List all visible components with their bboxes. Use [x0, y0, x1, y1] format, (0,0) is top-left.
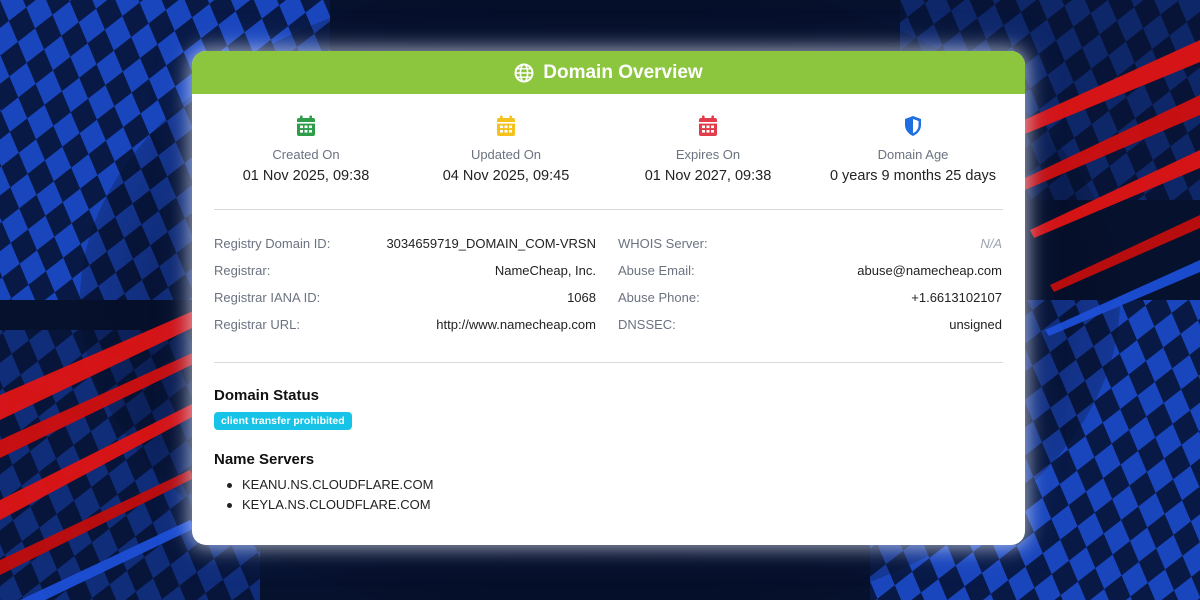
detail-value[interactable]: abuse@namecheap.com — [857, 263, 1002, 278]
detail-key: Registrar IANA ID: — [214, 290, 321, 305]
detail-value: N/A — [980, 236, 1002, 251]
stat-value: 01 Nov 2027, 09:38 — [644, 168, 772, 184]
stat-label: Created On — [272, 147, 340, 162]
detail-key: Abuse Phone: — [618, 290, 700, 305]
divider — [214, 209, 1003, 210]
detail-value: 3034659719_DOMAIN_COM-VRSN — [386, 236, 596, 251]
calendar-icon — [496, 115, 516, 137]
calendar-icon — [296, 115, 316, 137]
detail-key: Abuse Email: — [618, 263, 695, 278]
detail-value: NameCheap, Inc. — [494, 263, 596, 278]
list-item: KEYLA.NS.CLOUDFLARE.COM — [214, 495, 433, 515]
detail-key: DNSSEC: — [618, 317, 676, 332]
detail-value[interactable]: http://www.namecheap.com — [436, 317, 596, 332]
name-servers-list: KEANU.NS.CLOUDFLARE.COM KEYLA.NS.CLOUDFL… — [214, 475, 433, 515]
stat-label: Updated On — [470, 147, 542, 162]
stats-row: Created On 01 Nov 2025, 09:38 Updated On… — [192, 94, 1025, 210]
detail-key: Registrar URL: — [214, 317, 300, 332]
stat-value: 04 Nov 2025, 09:45 — [442, 168, 570, 184]
stat-value: 01 Nov 2025, 09:38 — [242, 168, 370, 184]
divider — [214, 362, 1003, 363]
page-title: Domain Overview — [543, 61, 703, 83]
domain-overview-card: Domain Overview Created On 01 Nov 2025, … — [192, 51, 1025, 545]
detail-key: WHOIS Server: — [618, 236, 708, 251]
calendar-icon — [698, 115, 718, 137]
card-header: Domain Overview — [192, 51, 1025, 94]
status-badge: client transfer prohibited — [214, 412, 352, 430]
stat-value: 0 years 9 months 25 days — [829, 168, 997, 184]
domain-status-title: Domain Status — [214, 387, 320, 404]
list-item: KEANU.NS.CLOUDFLARE.COM — [214, 475, 433, 495]
detail-value: +1.6613102107 — [911, 290, 1002, 305]
detail-value: unsigned — [949, 317, 1002, 332]
stat-label: Domain Age — [877, 147, 949, 162]
detail-value: 1068 — [567, 290, 596, 305]
stat-label: Expires On — [675, 147, 741, 162]
detail-key: Registrar: — [214, 263, 271, 278]
globe-icon — [514, 63, 534, 83]
name-servers-title: Name Servers — [214, 451, 315, 468]
shield-icon — [903, 115, 923, 137]
detail-key: Registry Domain ID: — [214, 236, 331, 251]
